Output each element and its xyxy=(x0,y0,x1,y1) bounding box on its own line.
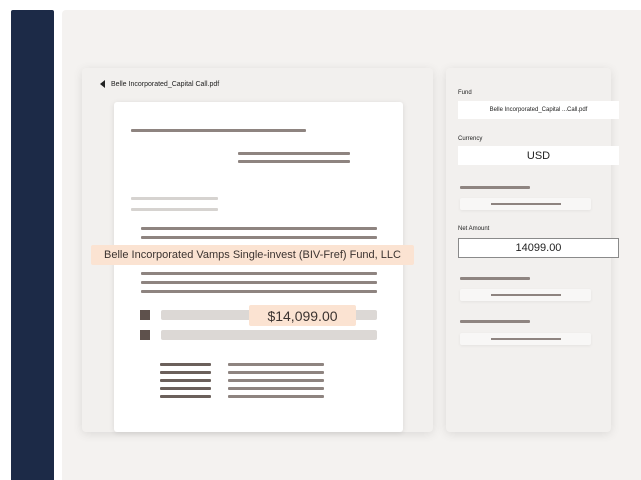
doc-table-line xyxy=(160,387,211,390)
placeholder-field xyxy=(460,333,591,345)
net-amount-label: Net Amount xyxy=(458,226,490,232)
side-nav xyxy=(11,10,54,480)
doc-table-line xyxy=(160,363,211,366)
net-amount-field[interactable]: 14099.00 xyxy=(458,238,619,258)
currency-label: Currency xyxy=(458,136,483,142)
doc-text-line xyxy=(141,236,377,239)
doc-text-line xyxy=(131,129,306,132)
placeholder-label xyxy=(460,186,530,189)
fund-field[interactable]: Belle Incorporated_Capital ...Call.pdf xyxy=(458,101,619,119)
doc-table-line xyxy=(228,363,324,366)
fund-name-highlight[interactable]: Belle Incorporated Vamps Single-invest (… xyxy=(91,245,414,265)
back-arrow-icon[interactable] xyxy=(100,80,105,88)
doc-table-line xyxy=(228,371,324,374)
placeholder-field xyxy=(460,198,591,210)
file-header[interactable]: Belle Incorporated_Capital Call.pdf xyxy=(100,80,219,88)
doc-text-line xyxy=(141,290,377,293)
placeholder-label xyxy=(460,320,530,323)
file-name: Belle Incorporated_Capital Call.pdf xyxy=(111,80,220,88)
bullet-square xyxy=(140,310,150,320)
doc-table-line xyxy=(228,395,324,398)
doc-table-line xyxy=(228,387,324,390)
bullet-square xyxy=(140,330,150,340)
doc-text-line xyxy=(131,197,218,200)
currency-field[interactable]: USD xyxy=(458,146,619,165)
doc-table-line xyxy=(228,379,324,382)
amount-highlight[interactable]: $14,099.00 xyxy=(249,305,356,326)
placeholder-label xyxy=(460,277,530,280)
doc-text-line xyxy=(238,160,350,163)
doc-row-bar xyxy=(161,330,377,340)
fund-label: Fund xyxy=(458,90,472,96)
doc-table-line xyxy=(160,379,211,382)
doc-text-line xyxy=(238,152,350,155)
doc-table-line xyxy=(160,395,211,398)
doc-text-line xyxy=(141,227,377,230)
doc-table-line xyxy=(160,371,211,374)
doc-text-line xyxy=(141,272,377,275)
doc-text-line xyxy=(131,208,218,211)
doc-text-line xyxy=(141,281,377,284)
placeholder-field xyxy=(460,289,591,301)
